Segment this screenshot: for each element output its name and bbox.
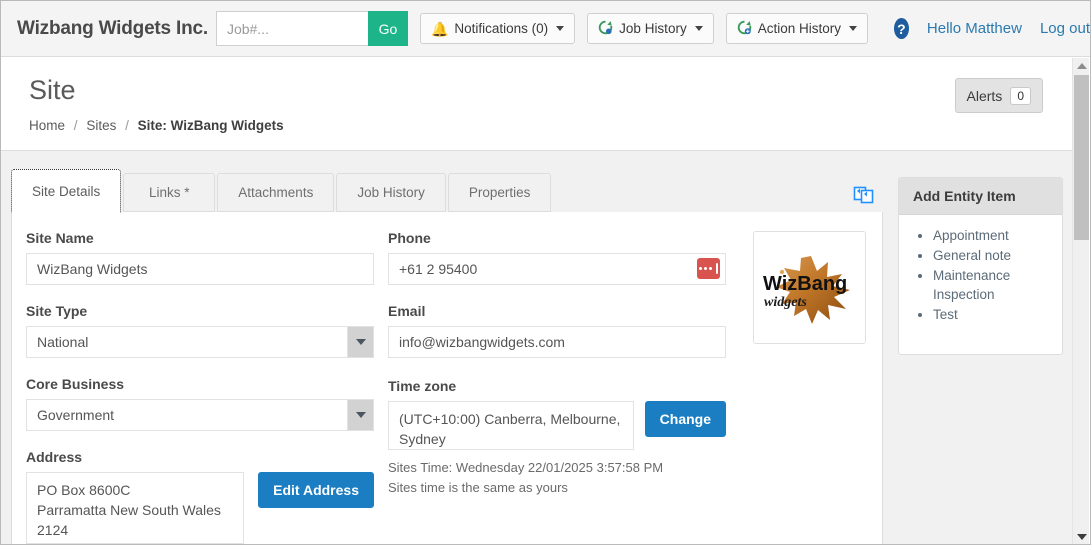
site-logo: WizBang widgets bbox=[753, 231, 866, 344]
tab-job-history[interactable]: Job History bbox=[336, 173, 446, 212]
go-button[interactable]: Go bbox=[367, 11, 408, 46]
timezone-row: Change bbox=[388, 401, 726, 450]
notifications-label: Notifications (0) bbox=[454, 21, 549, 36]
vertical-scrollbar[interactable] bbox=[1072, 58, 1090, 544]
tab-site-details[interactable]: Site Details bbox=[11, 169, 122, 213]
job-number-search-input[interactable] bbox=[215, 11, 368, 46]
logout-link[interactable]: Log out bbox=[1040, 20, 1090, 37]
list-item[interactable]: Test bbox=[933, 305, 1062, 324]
add-entity-item-panel: Add Entity Item Appointment General note… bbox=[898, 177, 1063, 355]
chevron-down-icon bbox=[848, 26, 857, 31]
scrollbar-thumb[interactable] bbox=[1074, 75, 1089, 240]
chevron-down-icon[interactable] bbox=[347, 327, 373, 357]
user-greeting-link[interactable]: Hello Matthew bbox=[927, 20, 1022, 37]
phone-masked-entry-icon[interactable] bbox=[697, 258, 720, 279]
tab-links[interactable]: Links * bbox=[123, 173, 216, 212]
site-type-select[interactable]: National bbox=[26, 326, 374, 358]
phone-field-group bbox=[388, 253, 726, 285]
copy-icon[interactable] bbox=[853, 183, 875, 205]
breadcrumb: Home / Sites / Site: WizBang Widgets bbox=[29, 118, 284, 133]
history-refresh-icon bbox=[598, 20, 613, 38]
breadcrumb-home[interactable]: Home bbox=[29, 118, 65, 133]
add-entity-item-title: Add Entity Item bbox=[899, 178, 1062, 215]
site-time-text: Sites Time: Wednesday 22/01/2025 3:57:58… bbox=[388, 460, 664, 475]
list-item[interactable]: General note bbox=[933, 246, 1062, 265]
chevron-down-icon[interactable] bbox=[347, 400, 373, 430]
form-column-left: Site Name Site Type National Core Busine… bbox=[26, 230, 374, 544]
alerts-label: Alerts bbox=[966, 87, 1003, 104]
phone-input[interactable] bbox=[388, 253, 726, 285]
scroll-down-arrow-icon[interactable] bbox=[1073, 529, 1090, 544]
change-timezone-button[interactable]: Change bbox=[644, 401, 726, 437]
alerts-button[interactable]: Alerts 0 bbox=[954, 78, 1043, 113]
breadcrumb-current: Site: WizBang Widgets bbox=[137, 118, 284, 133]
app-brand-title: Wizbang Widgets Inc. bbox=[17, 17, 208, 39]
edit-address-button[interactable]: Edit Address bbox=[258, 472, 374, 508]
breadcrumb-separator: / bbox=[73, 118, 78, 133]
site-type-value: National bbox=[37, 334, 89, 350]
chevron-down-icon bbox=[694, 26, 703, 31]
add-entity-item-list: Appointment General note Maintenance Ins… bbox=[899, 226, 1062, 324]
scroll-up-arrow-icon[interactable] bbox=[1073, 58, 1090, 74]
site-type-label: Site Type bbox=[26, 303, 88, 319]
address-label: Address bbox=[26, 449, 83, 465]
action-history-label: Action History bbox=[757, 21, 841, 36]
list-item[interactable]: Appointment bbox=[933, 226, 1062, 245]
timezone-label: Time zone bbox=[388, 378, 457, 394]
phone-label: Phone bbox=[388, 230, 431, 246]
job-search-group: Go bbox=[215, 11, 408, 46]
action-history-dropdown[interactable]: Action History bbox=[725, 13, 868, 44]
site-time-comparison-text: Sites time is the same as yours bbox=[388, 480, 568, 495]
tab-attachments[interactable]: Attachments bbox=[217, 173, 335, 212]
email-input[interactable] bbox=[388, 326, 726, 358]
notifications-dropdown[interactable]: 🔔 Notifications (0) bbox=[419, 13, 576, 44]
address-row: Edit Address bbox=[26, 472, 374, 544]
address-textarea[interactable] bbox=[26, 472, 245, 544]
timezone-textarea[interactable] bbox=[388, 401, 634, 450]
job-history-dropdown[interactable]: Job History bbox=[587, 13, 714, 44]
list-item[interactable]: Maintenance Inspection bbox=[933, 266, 1062, 304]
bell-icon: 🔔 bbox=[430, 20, 449, 37]
top-navigation-bar: Wizbang Widgets Inc. Go 🔔 Notifications … bbox=[1, 1, 1090, 57]
form-column-middle: Phone Email Time zone Change Sites Time:… bbox=[388, 230, 726, 498]
tab-bar: Site Details Links * Attachments Job His… bbox=[11, 169, 553, 213]
application-window: Wizbang Widgets Inc. Go 🔔 Notifications … bbox=[0, 0, 1091, 545]
core-business-select[interactable]: Government bbox=[26, 399, 374, 431]
svg-text:WizBang: WizBang bbox=[763, 273, 847, 295]
alerts-count-badge: 0 bbox=[1010, 86, 1031, 105]
help-icon[interactable]: ? bbox=[893, 18, 909, 39]
chevron-down-icon bbox=[556, 26, 565, 31]
page-title: Site bbox=[29, 75, 76, 105]
breadcrumb-sites[interactable]: Sites bbox=[86, 118, 116, 133]
breadcrumb-separator: / bbox=[125, 118, 129, 133]
core-business-label: Core Business bbox=[26, 376, 125, 392]
job-history-label: Job History bbox=[619, 21, 687, 36]
page-header: Site Home / Sites / Site: WizBang Widget… bbox=[1, 58, 1073, 151]
site-name-label: Site Name bbox=[26, 230, 94, 246]
action-history-icon bbox=[737, 20, 752, 38]
svg-text:widgets: widgets bbox=[764, 295, 807, 310]
email-label: Email bbox=[388, 303, 426, 319]
core-business-value: Government bbox=[37, 407, 115, 423]
tab-properties[interactable]: Properties bbox=[447, 173, 552, 212]
site-name-input[interactable] bbox=[26, 253, 374, 285]
